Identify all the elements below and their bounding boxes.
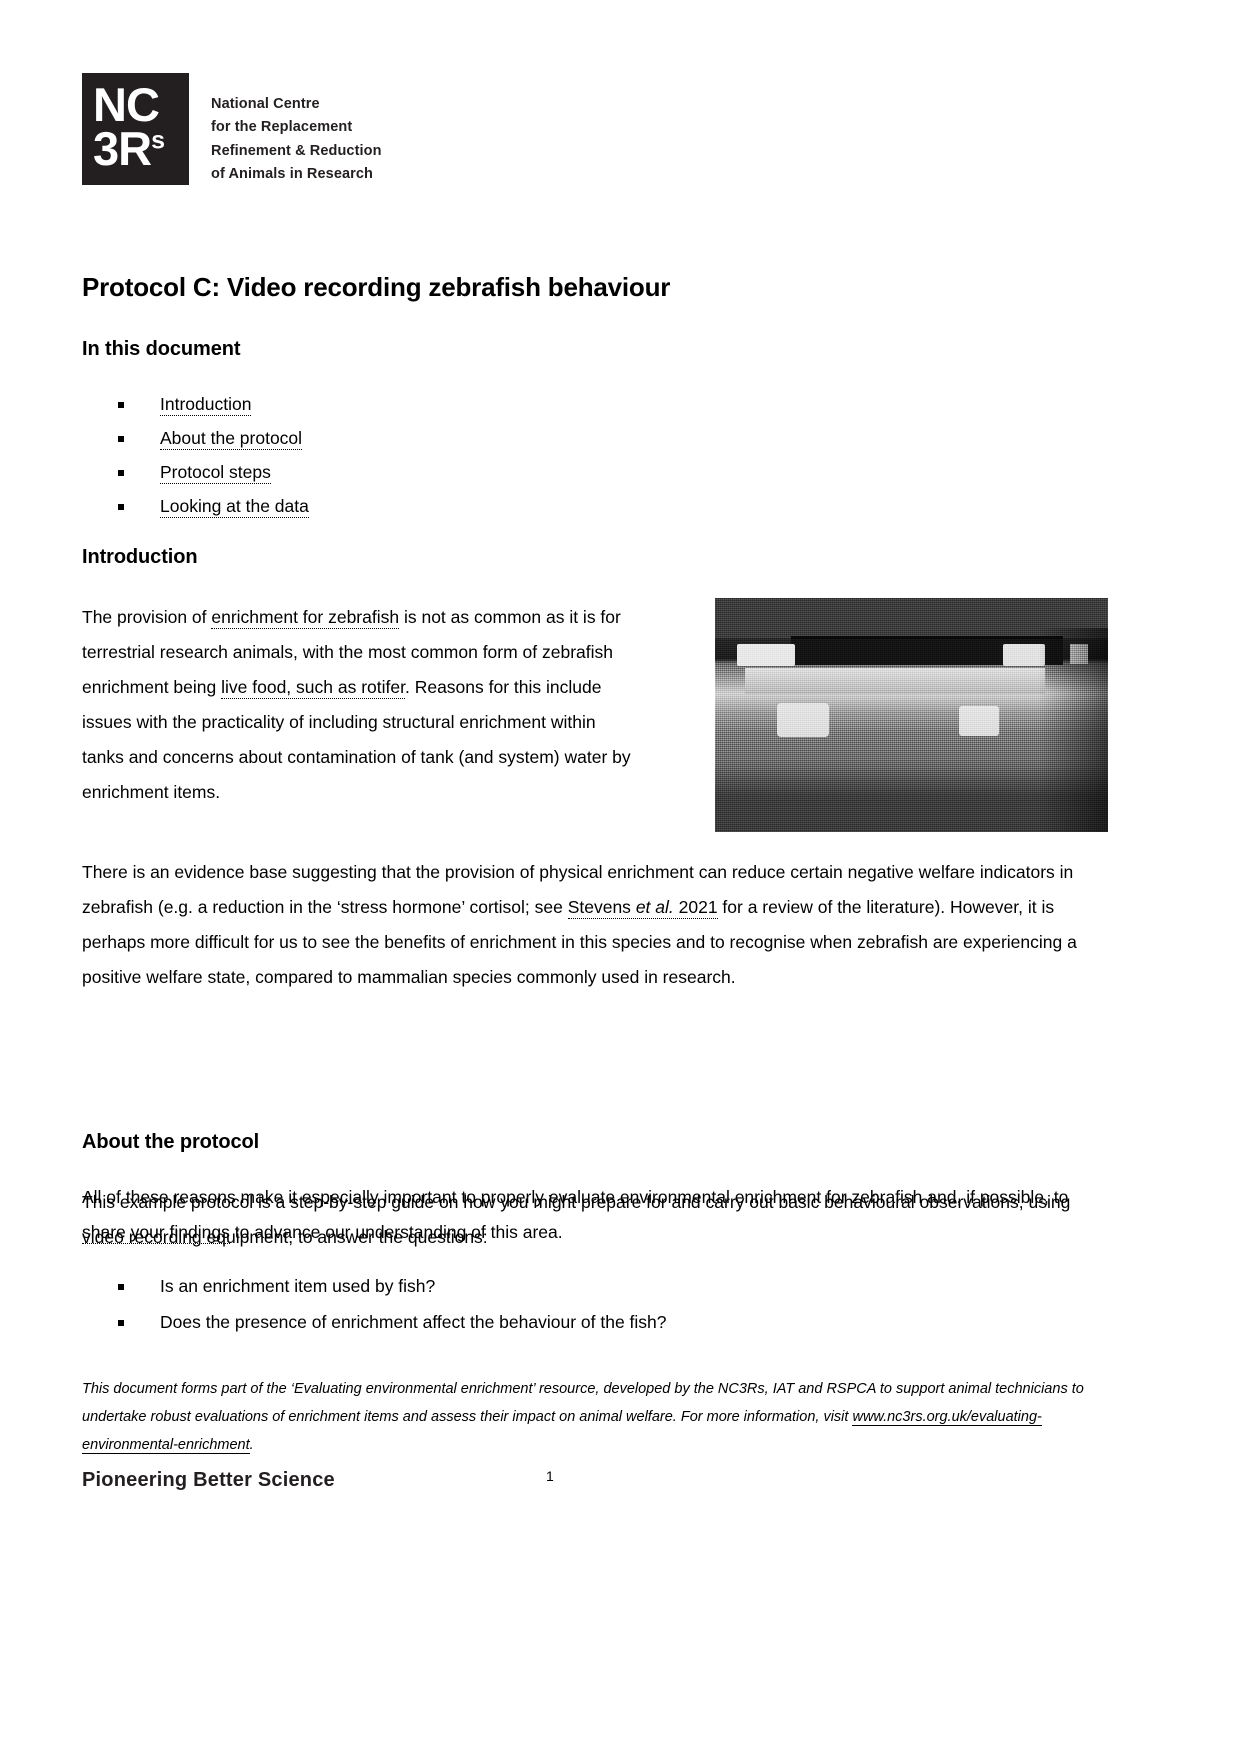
list-item: Is an enrichment item used by fish? [118, 1268, 667, 1304]
document-page: NC 3Rs National Centre for the Replaceme… [0, 0, 1240, 1754]
section-heading-about-the-protocol: About the protocol [82, 1131, 260, 1153]
photo-dither-texture [715, 598, 1108, 832]
intro-p1-pre: The provision of [82, 607, 212, 627]
toc-link-protocol-steps[interactable]: Protocol steps [160, 462, 271, 484]
nc3rs-logo-name: National Centre for the Replacement Refi… [211, 93, 382, 187]
logo-name-line-4: of Animals in Research [211, 166, 374, 183]
logo-name-line-2: for the Replacement [211, 119, 353, 136]
document-footnote: This document forms part of the ‘Evaluat… [82, 1375, 1108, 1460]
toc-link-introduction[interactable]: Introduction [160, 394, 252, 416]
nc3rs-logo-header: NC 3Rs National Centre for the Replaceme… [82, 73, 382, 187]
logo-name-line-1: National Centre [211, 96, 320, 112]
footnote-post: . [249, 1437, 254, 1454]
section-heading-introduction: Introduction [82, 546, 198, 568]
logo-mark-line1: NC [93, 78, 160, 131]
list-item: Protocol steps [118, 455, 309, 489]
link-enrichment-for-zebrafish[interactable]: enrichment for zebrafish [211, 607, 400, 629]
link-live-food-rotifer[interactable]: live food, such as rotifer [221, 677, 405, 699]
page-title: Protocol C: Video recording zebrafish be… [82, 272, 671, 302]
list-item: Does the presence of enrichment affect t… [118, 1304, 667, 1340]
logo-tagline: Pioneering Better Science [82, 1469, 335, 1491]
link-stevens-et-al-2021[interactable]: Stevens et al. 2021 [567, 897, 718, 919]
about-protocol-intro: This example protocol is a step-by-step … [82, 1192, 1071, 1247]
logo-mark-line2: 3Rs [93, 122, 165, 175]
list-item: About the protocol [118, 421, 309, 455]
logo-name-line-3: Refinement & Reduction [211, 142, 382, 159]
page-number: 1 [546, 1468, 554, 1484]
list-item: Looking at the data [118, 489, 309, 523]
table-of-contents: Introduction About the protocol Protocol… [118, 387, 309, 523]
intro-paragraph-2: There is an evidence base suggesting tha… [82, 855, 1108, 995]
logo-mark-superscript: s [151, 126, 165, 155]
nc3rs-logo-mark: NC 3Rs [82, 73, 189, 185]
intro-paragraph-1: The provision of enrichment for zebrafis… [82, 600, 642, 810]
toc-link-looking-at-the-data[interactable]: Looking at the data [160, 496, 309, 518]
protocol-questions-list: Is an enrichment item used by fish? Does… [118, 1268, 667, 1340]
zebrafish-tank-photo [715, 598, 1108, 832]
toc-link-about-the-protocol[interactable]: About the protocol [160, 428, 303, 450]
section-heading-in-this-document: In this document [82, 338, 241, 360]
list-item: Introduction [118, 387, 309, 421]
